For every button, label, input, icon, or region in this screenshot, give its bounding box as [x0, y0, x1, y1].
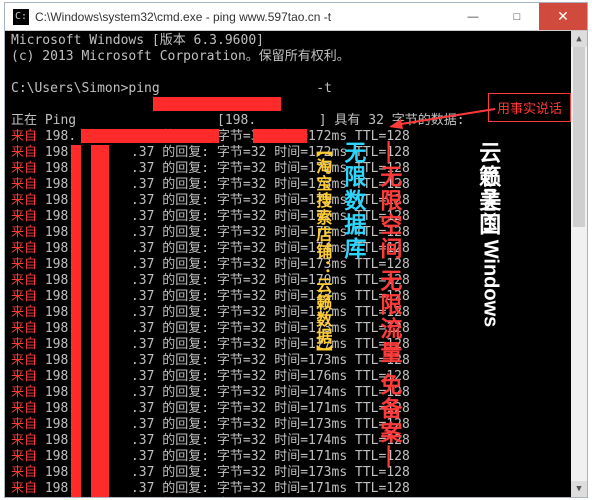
censor-column [91, 145, 109, 497]
scroll-up-button[interactable]: ▲ [571, 31, 587, 47]
censor-bar [81, 129, 219, 143]
scroll-track[interactable] [571, 47, 587, 481]
close-button[interactable]: ✕ [539, 3, 587, 30]
censor-column [71, 145, 81, 497]
cmd-window: C: C:\Windows\system32\cmd.exe - ping ww… [4, 2, 588, 498]
ad-line-1: 云籁美国Linux / Windows [409, 141, 567, 497]
scroll-down-button[interactable]: ▼ [571, 481, 587, 497]
cmd-icon: C: [13, 9, 29, 25]
censor-bar [153, 97, 281, 111]
maximize-button[interactable]: □ [495, 3, 539, 30]
ad-line-2: —无限空间 无限流量 免备案— [373, 141, 405, 497]
terminal-content: Microsoft Windows [版本 6.3.9600](c) 2013 … [5, 31, 587, 497]
terminal-line [11, 65, 581, 81]
window-controls: — □ ✕ [451, 3, 587, 30]
terminal-line: (c) 2013 Microsoft Corporation。保留所有权利。 [11, 49, 581, 65]
window-title: C:\Windows\system32\cmd.exe - ping www.5… [35, 10, 451, 24]
terminal-line: Microsoft Windows [版本 6.3.9600] [11, 33, 581, 49]
annotation-callout: 用事实说话 [488, 93, 571, 122]
scrollbar[interactable]: ▲ ▼ [571, 31, 587, 497]
titlebar[interactable]: C: C:\Windows\system32\cmd.exe - ping ww… [5, 3, 587, 31]
censor-bar [253, 129, 307, 143]
ad-line-3: 无限数据库 [337, 141, 369, 497]
minimize-button[interactable]: — [451, 3, 495, 30]
ad-line-4: 【淘宝搜索店铺：云籁数据】 [309, 141, 333, 497]
ad-overlay: 云籁美国Linux / Windows —无限空间 无限流量 免备案— 无限数据… [309, 141, 567, 497]
scroll-thumb[interactable] [573, 47, 585, 227]
